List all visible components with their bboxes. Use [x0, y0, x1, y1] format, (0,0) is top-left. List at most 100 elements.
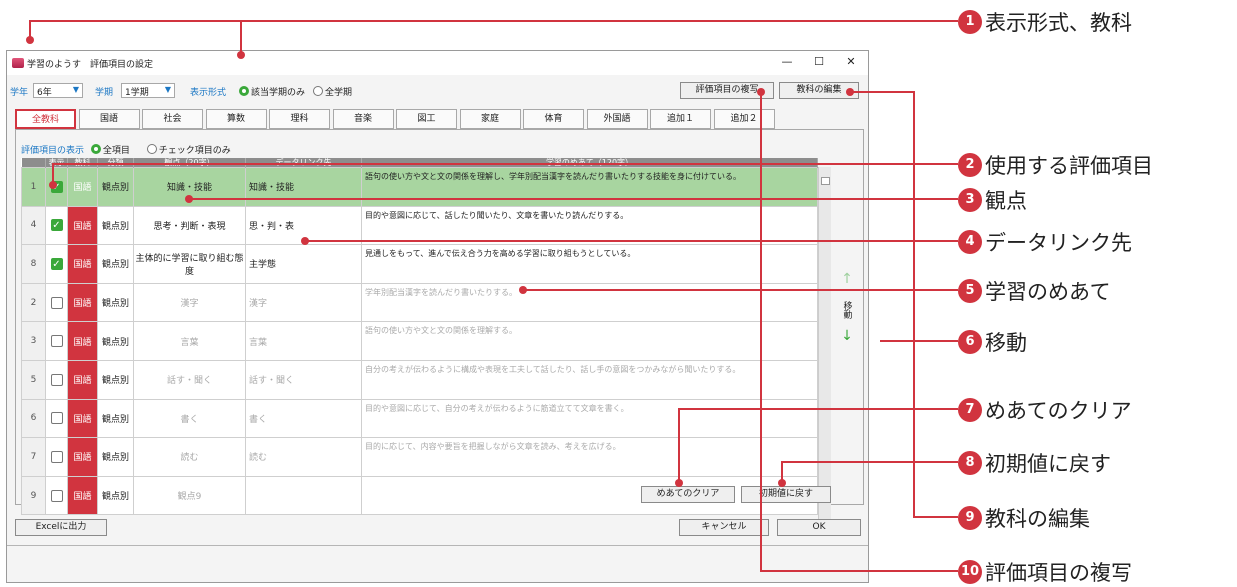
cancel-button[interactable]: キャンセル [679, 519, 769, 536]
table-row[interactable]: 3 国語 観点別 言葉 言葉 語句の使い方や文と文の関係を理解する。 [21, 321, 818, 361]
link-cell[interactable]: 思・判・表 [245, 205, 362, 246]
table-row[interactable]: 5 国語 観点別 話す・聞く 話す・聞く 自分の考えが伝わるように構成や表現を工夫して話し… [21, 359, 818, 400]
reset-default-button[interactable]: 初期値に戻す [741, 486, 831, 503]
show-checkbox[interactable]: ✓ [50, 219, 63, 232]
table-row[interactable]: 7 国語 観点別 読む 読む 目的に応じて、内容や要旨を把握しながら文章を読み、考えを広げ… [21, 437, 818, 477]
show-checkbox[interactable] [50, 412, 63, 425]
tab-11[interactable]: 追加２ [713, 109, 775, 129]
view-cell[interactable]: 観点9 [133, 475, 246, 516]
view-cell[interactable]: 言葉 [133, 321, 246, 361]
scrollbar[interactable] [818, 167, 831, 528]
kind-cell: 観点別 [97, 244, 134, 284]
filter-bar: 評価項目の表示 全項目 チェック項目のみ [21, 143, 231, 156]
link-cell[interactable]: 言葉 [245, 321, 362, 361]
excel-export-button[interactable]: Excelに出力 [15, 519, 107, 536]
view-cell[interactable]: 漢字 [133, 282, 246, 323]
format-option-all[interactable]: 全学期 [313, 85, 352, 98]
view-cell[interactable]: 知識・技能 [133, 167, 246, 207]
tab-2[interactable]: 社会 [142, 109, 203, 129]
callout-text: 教科の編集 [985, 507, 1090, 531]
tab-8[interactable]: 体育 [523, 109, 584, 129]
tab-9[interactable]: 外国語 [586, 109, 648, 129]
goal-cell[interactable]: 語句の使い方や文と文の関係を理解し、学年別配当漢字を読んだり書いたりする技能を身… [361, 167, 818, 207]
show-checkbox[interactable] [50, 489, 63, 502]
show-checkbox[interactable]: ✓ [50, 257, 63, 270]
format-option-current[interactable]: 該当学期のみ [239, 85, 305, 98]
link-cell[interactable]: 主学態 [245, 244, 362, 284]
filter-all[interactable]: 全項目 [90, 144, 130, 156]
subject-cell: 国語 [67, 475, 98, 516]
tab-0[interactable]: 全教科 [15, 109, 76, 129]
goal-cell[interactable]: 語句の使い方や文と文の関係を理解する。 [361, 321, 818, 361]
edit-subject-button[interactable]: 教科の編集 [779, 82, 859, 99]
callout-text: 観点 [985, 189, 1027, 213]
link-cell[interactable]: 知識・技能 [245, 167, 362, 207]
maximize-button[interactable]: ☐ [807, 54, 831, 70]
table-row[interactable]: 8 ✓ 国語 観点別 主体的に学習に取り組む態度 主学態 見通しをもって、進んで伝え合う力を… [21, 244, 818, 284]
callout-text: 使用する評価項目 [985, 154, 1153, 178]
row-number: 3 [21, 321, 46, 361]
goal-cell[interactable]: 自分の考えが伝わるように構成や表現を工夫して話したり、話し手の意図をつかみながら… [361, 359, 818, 400]
callout-number: 4 [958, 230, 982, 254]
show-cell [45, 398, 68, 439]
copy-items-button[interactable]: 評価項目の複写 [680, 82, 774, 99]
move-down-icon[interactable]: ↓ [835, 328, 859, 344]
radio-off-icon [146, 144, 157, 154]
minimize-button[interactable]: — [775, 54, 799, 70]
show-checkbox[interactable] [50, 296, 63, 309]
view-cell[interactable]: 主体的に学習に取り組む態度 [133, 244, 246, 284]
toolbar: 学年 6年 ▼ 学期 1学期 ▼ 表示形式 該当学期のみ 全学期 評価項目の複写 教… [7, 81, 868, 101]
term-value: 1学期 [125, 88, 149, 98]
table-row[interactable]: 2 国語 観点別 漢字 漢字 学年別配当漢字を読んだり書いたりする。 [21, 282, 818, 323]
link-cell[interactable]: 書く [245, 398, 362, 439]
term-label: 学期 [95, 88, 114, 98]
term-select[interactable]: 1学期 ▼ [121, 83, 175, 98]
row-number: 8 [21, 244, 46, 284]
subject-cell: 国語 [67, 437, 98, 477]
tab-10[interactable]: 追加１ [650, 109, 711, 129]
row-number: 1 [21, 167, 46, 207]
tab-7[interactable]: 家庭 [459, 109, 521, 129]
kind-cell: 観点別 [97, 167, 134, 207]
view-cell[interactable]: 思考・判断・表現 [133, 205, 246, 246]
show-checkbox[interactable] [50, 335, 63, 348]
view-cell[interactable]: 書く [133, 398, 246, 439]
goal-cell[interactable]: 目的や意図に応じて、話したり聞いたり、文章を書いたり読んだりする。 [361, 205, 818, 246]
goal-cell[interactable]: 見通しをもって、進んで伝え合う力を高める学習に取り組もうとしている。 [361, 244, 818, 284]
link-cell[interactable]: 漢字 [245, 282, 362, 323]
tab-6[interactable]: 図工 [396, 109, 457, 129]
show-checkbox[interactable]: ✓ [50, 180, 63, 193]
clear-goal-button[interactable]: めあてのクリア [641, 486, 735, 503]
scroll-thumb[interactable] [821, 177, 830, 185]
link-cell[interactable]: 話す・聞く [245, 359, 362, 400]
show-cell: ✓ [45, 244, 68, 284]
col-link: データリンク先 [245, 158, 362, 168]
move-up-icon[interactable]: ↑ [835, 271, 859, 287]
link-cell[interactable] [245, 475, 362, 516]
show-checkbox[interactable] [50, 450, 63, 463]
header-row: 表示 教科 分類 観点（20字） データリンク先 学習のめあて（120字） [21, 158, 818, 168]
tab-5[interactable]: 音楽 [332, 109, 394, 129]
callout-3: 3 観点 [958, 185, 1027, 215]
goal-cell[interactable]: 学年別配当漢字を読んだり書いたりする。 [361, 282, 818, 323]
show-checkbox[interactable] [50, 373, 63, 386]
ok-button[interactable]: OK [777, 519, 861, 536]
filter-checked[interactable]: チェック項目のみ [146, 144, 231, 156]
subject-cell: 国語 [67, 244, 98, 284]
col-show: 表示 [45, 158, 68, 168]
view-cell[interactable]: 話す・聞く [133, 359, 246, 400]
tab-1[interactable]: 国語 [78, 109, 140, 129]
callout-text: 学習のめあて [985, 280, 1111, 304]
grade-value: 6年 [37, 88, 52, 98]
tab-4[interactable]: 理科 [269, 109, 330, 129]
goal-cell[interactable]: 目的に応じて、内容や要旨を把握しながら文章を読み、考えを広げる。 [361, 437, 818, 477]
tab-3[interactable]: 算数 [205, 109, 267, 129]
link-cell[interactable]: 読む [245, 437, 362, 477]
goal-cell[interactable]: 目的や意図に応じて、自分の考えが伝わるように筋道立てて文章を書く。 [361, 398, 818, 439]
view-cell[interactable]: 読む [133, 437, 246, 477]
grade-select[interactable]: 6年 ▼ [33, 83, 83, 98]
table-row[interactable]: 4 ✓ 国語 観点別 思考・判断・表現 思・判・表 目的や意図に応じて、話したり聞いたり、文… [21, 205, 818, 246]
close-button[interactable]: ✕ [839, 54, 863, 70]
table-row[interactable]: 6 国語 観点別 書く 書く 目的や意図に応じて、自分の考えが伝わるように筋道立てて文章を… [21, 398, 818, 439]
table-row[interactable]: 1 ✓ 国語 観点別 知識・技能 知識・技能 語句の使い方や文と文の関係を理解し、学年別配当… [21, 167, 818, 207]
